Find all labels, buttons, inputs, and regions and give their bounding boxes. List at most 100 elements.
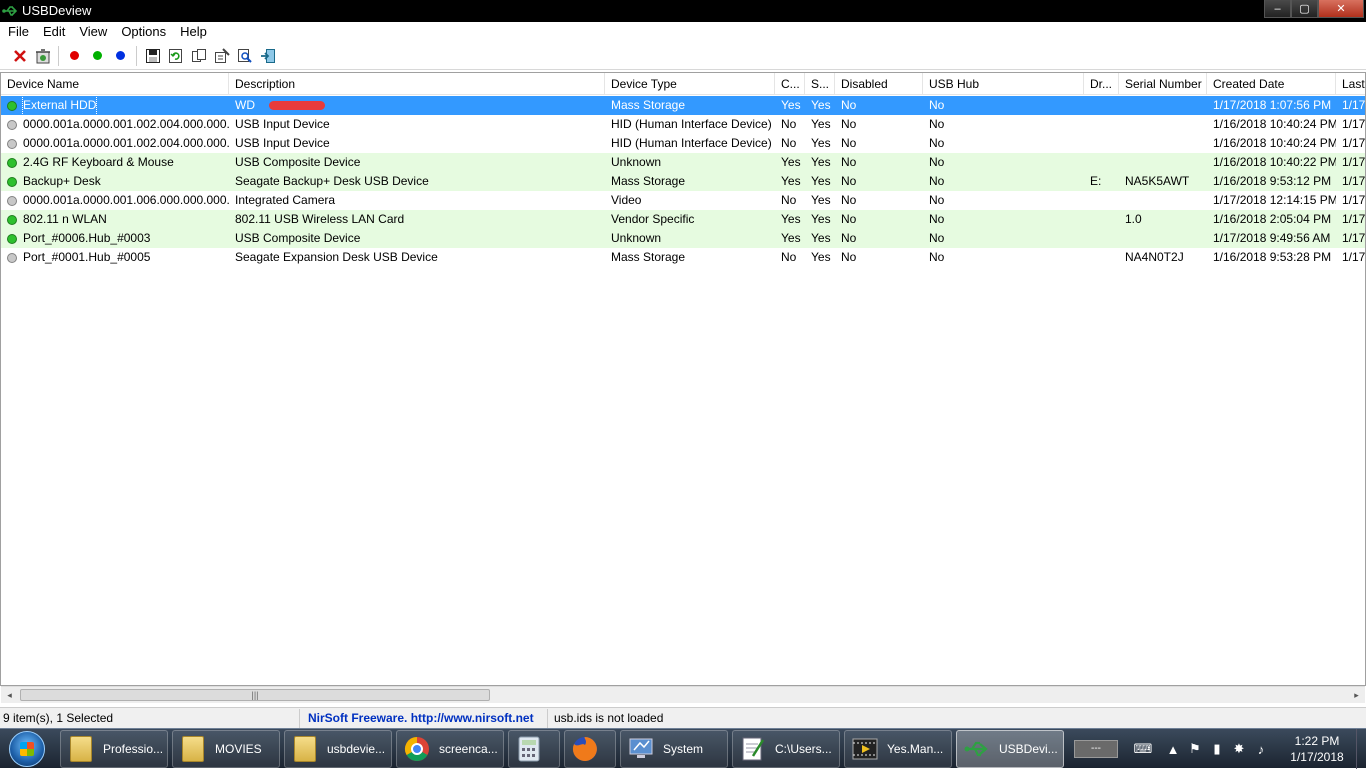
table-row[interactable]: Backup+ Desk Seagate Backup+ Desk USB Dev… xyxy=(1,172,1365,191)
column-header[interactable]: USB Hub xyxy=(923,73,1084,95)
save-icon[interactable] xyxy=(141,45,164,67)
horizontal-scrollbar[interactable]: ◂ ||| ▸ xyxy=(1,686,1365,703)
device-name-cell: Backup+ Desk xyxy=(1,172,229,191)
exit-icon[interactable] xyxy=(256,45,279,67)
cell-connected: Yes xyxy=(775,210,805,229)
column-header[interactable]: Device Type xyxy=(605,73,775,95)
taskbar-item-label: Professio... xyxy=(103,742,164,756)
language-indicator[interactable]: --- xyxy=(1074,740,1118,758)
nirsoft-link[interactable]: NirSoft Freeware. http://www.nirsoft.net xyxy=(300,708,548,728)
cell-disabled: No xyxy=(835,96,923,115)
taskbar-item[interactable]: MOVIES xyxy=(172,730,280,768)
cell-type: HID (Human Interface Device) xyxy=(605,134,775,153)
table-row[interactable]: Port_#0001.Hub_#0005 Seagate Expansion De… xyxy=(1,248,1365,267)
taskbar-item[interactable]: C:\Users... xyxy=(732,730,840,768)
disable-icon[interactable] xyxy=(63,45,86,67)
action-center-icon[interactable]: ⚑ xyxy=(1184,738,1206,760)
show-hidden-icons-icon[interactable]: ▲ xyxy=(1162,738,1184,760)
maximize-button[interactable]: ▢ xyxy=(1291,0,1318,18)
table-row[interactable]: 0000.001a.0000.001.002.004.000.000.000 US… xyxy=(1,115,1365,134)
taskbar-item[interactable]: screenca... xyxy=(396,730,504,768)
enable-icon[interactable] xyxy=(86,45,109,67)
column-header[interactable]: Dr... xyxy=(1084,73,1119,95)
column-header[interactable]: Description xyxy=(229,73,605,95)
firefox-icon xyxy=(571,735,599,763)
cell-disabled: No xyxy=(835,115,923,134)
device-list[interactable]: Device Name Description Device Type C...… xyxy=(0,72,1366,686)
cell-hub: No xyxy=(923,191,1084,210)
cell-created: 1/17/2018 12:14:15 PM xyxy=(1207,191,1336,210)
device-name-cell: 802.11 n WLAN xyxy=(1,210,229,229)
table-row[interactable]: 0000.001a.0000.001.002.004.000.000.000 US… xyxy=(1,134,1365,153)
taskbar-item-label: screenca... xyxy=(439,742,498,756)
taskbar-item[interactable]: Professio... xyxy=(60,730,168,768)
taskbar-item[interactable] xyxy=(564,730,616,768)
start-button[interactable] xyxy=(4,730,50,768)
column-header[interactable]: Device Name xyxy=(1,73,229,95)
cell-connected: Yes xyxy=(775,153,805,172)
cell-text: No xyxy=(841,117,857,131)
column-header[interactable]: Created Date xyxy=(1207,73,1336,95)
cell-text: Mass Storage xyxy=(611,174,686,188)
menu-view[interactable]: View xyxy=(71,22,113,42)
column-header[interactable]: Disabled xyxy=(835,73,923,95)
taskbar-item[interactable]: System xyxy=(620,730,728,768)
cell-last: 1/17 xyxy=(1336,172,1365,191)
device-name: External HDD xyxy=(21,96,98,115)
cell-text: Yes xyxy=(781,212,801,226)
column-header[interactable]: Serial Number xyxy=(1119,73,1207,95)
cell-created: 1/16/2018 9:53:28 PM xyxy=(1207,248,1336,267)
cell-text: NA4N0T2J xyxy=(1125,250,1184,264)
scroll-thumb[interactable]: ||| xyxy=(20,689,490,701)
table-row[interactable]: 0000.001a.0000.001.006.000.000.000.000 In… xyxy=(1,191,1365,210)
scroll-left-icon[interactable]: ◂ xyxy=(1,687,18,703)
delete-icon[interactable] xyxy=(8,45,31,67)
cell-type: Unknown xyxy=(605,153,775,172)
close-button[interactable]: ✕ xyxy=(1318,0,1364,18)
usb-icon xyxy=(963,735,991,763)
power-icon[interactable]: ▮ xyxy=(1206,738,1228,760)
cell-drive xyxy=(1084,210,1119,229)
properties-icon[interactable] xyxy=(210,45,233,67)
show-desktop-button[interactable] xyxy=(1356,729,1366,769)
properties-dot-icon[interactable] xyxy=(109,45,132,67)
menu-help[interactable]: Help xyxy=(172,22,213,42)
column-header[interactable]: S... xyxy=(805,73,835,95)
copy-icon[interactable] xyxy=(187,45,210,67)
cell-text: Yes xyxy=(781,174,801,188)
cell-text: 1/16/2018 10:40:24 PM xyxy=(1213,136,1336,150)
table-row[interactable]: Port_#0006.Hub_#0003 USB Composite Device… xyxy=(1,229,1365,248)
cell-text: 1/16/2018 10:40:24 PM xyxy=(1213,117,1336,131)
cell-text: Seagate Backup+ Desk USB Device xyxy=(235,174,429,188)
device-name-cell: 2.4G RF Keyboard & Mouse xyxy=(1,153,229,172)
cell-text: No xyxy=(929,117,945,131)
find-icon[interactable] xyxy=(233,45,256,67)
taskbar-item[interactable] xyxy=(508,730,560,768)
table-row[interactable]: 2.4G RF Keyboard & Mouse USB Composite De… xyxy=(1,153,1365,172)
table-row[interactable]: External HDD WD Mass Storage Yes Yes No No 1/17… xyxy=(1,96,1365,115)
table-row[interactable]: 802.11 n WLAN 802.11 USB Wireless LAN Car… xyxy=(1,210,1365,229)
uninstall-icon[interactable] xyxy=(31,45,54,67)
minimize-button[interactable]: – xyxy=(1264,0,1291,18)
menu-edit[interactable]: Edit xyxy=(35,22,71,42)
taskbar-item[interactable]: Yes.Man... xyxy=(844,730,952,768)
clock[interactable]: 1:22 PM 1/17/2018 xyxy=(1282,733,1352,765)
title-bar[interactable]: USBDeview – ▢ ✕ xyxy=(0,0,1366,22)
cell-serial: NA4N0T2J xyxy=(1119,248,1207,267)
taskbar-item[interactable]: USBDevi... xyxy=(956,730,1064,768)
cell-drive xyxy=(1084,248,1119,267)
calculator-icon xyxy=(515,735,543,763)
volume-icon[interactable]: ♪ xyxy=(1250,738,1272,760)
column-header[interactable]: C... xyxy=(775,73,805,95)
menu-file[interactable]: File xyxy=(0,22,35,42)
refresh-icon[interactable] xyxy=(164,45,187,67)
taskbar-item[interactable]: usbdevie... xyxy=(284,730,392,768)
column-header[interactable]: Last xyxy=(1336,73,1365,95)
network-icon[interactable]: ⌨ xyxy=(1132,738,1154,760)
taskbar-item-label: System xyxy=(663,742,704,756)
notification-icon[interactable]: ✸ xyxy=(1228,738,1250,760)
cell-hub: No xyxy=(923,115,1084,134)
cell-safe: Yes xyxy=(805,115,835,134)
menu-options[interactable]: Options xyxy=(113,22,172,42)
scroll-right-icon[interactable]: ▸ xyxy=(1348,687,1365,703)
